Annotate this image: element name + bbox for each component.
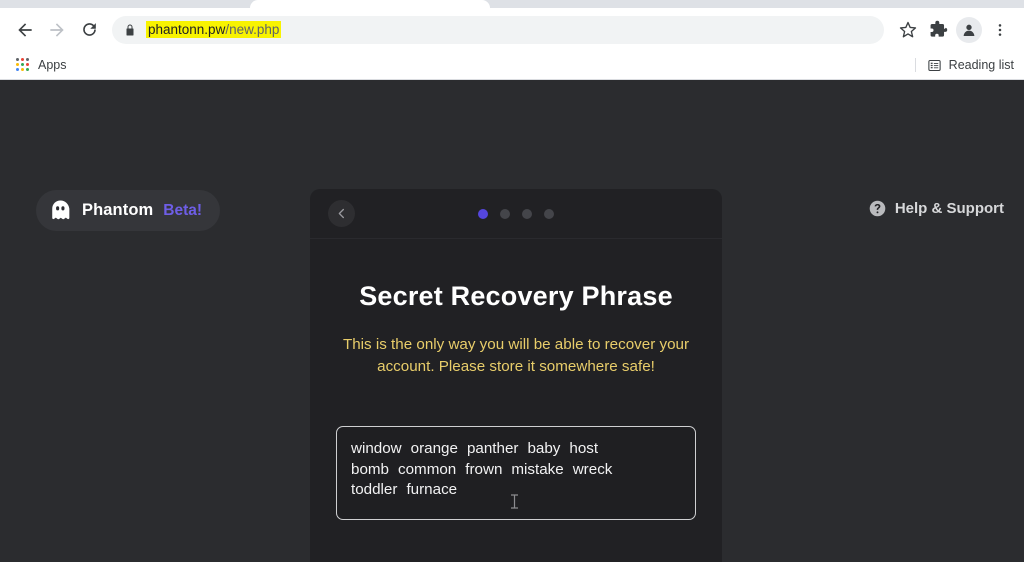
seed-word: furnace (406, 481, 458, 499)
chrome-menu-button[interactable] (986, 16, 1014, 44)
bookmark-star-button[interactable] (894, 16, 922, 44)
reload-icon (82, 23, 96, 36)
text-cursor-icon (511, 494, 518, 509)
forward-button[interactable] (42, 15, 72, 45)
url-highlighted: phantonn.pw/new.php (146, 21, 282, 38)
seed-word: frown (465, 460, 503, 478)
person-icon (963, 24, 975, 36)
reload-button[interactable] (74, 15, 104, 45)
reading-list-label: Reading list (948, 58, 1014, 72)
seed-word: bomb (351, 460, 389, 478)
seed-word: common (398, 460, 457, 478)
page-title: Secret Recovery Phrase (359, 281, 673, 311)
star-icon (899, 21, 917, 37)
seed-phrase-words: window orange panther baby host bomb common fr… (351, 439, 681, 501)
profile-button[interactable] (956, 16, 982, 43)
seed-phrase-box[interactable]: window orange panther baby host bomb common fr… (336, 426, 696, 521)
ghost-icon (52, 200, 70, 220)
step-indicator (478, 208, 554, 219)
seed-row: window orange panther baby host (351, 439, 681, 460)
modal-header (310, 189, 722, 239)
step-dot-4[interactable] (544, 208, 554, 219)
brand-beta-tag: Beta! (163, 201, 203, 219)
seed-word: host (569, 440, 599, 458)
apps-label: Apps (38, 58, 67, 72)
seed-word: toddler (351, 481, 398, 499)
reading-list-button[interactable]: Reading list (914, 51, 1014, 79)
three-dot-menu-icon (998, 23, 1002, 36)
back-button[interactable] (10, 15, 40, 45)
step-dot-3[interactable] (522, 208, 532, 219)
warning-text: This is the only way you will be able to… (342, 336, 690, 376)
seed-word: baby (527, 440, 561, 458)
seed-word: orange (410, 440, 458, 458)
seed-word: panther (466, 440, 519, 458)
apps-shortcut[interactable]: Apps (10, 55, 73, 75)
recovery-phrase-modal: Secret Recovery Phrase This is the only … (310, 189, 722, 562)
seed-word: window (351, 440, 402, 458)
extensions-button[interactable] (924, 16, 952, 44)
puzzle-piece-icon (930, 20, 947, 37)
seed-word: mistake (511, 460, 564, 478)
tab-strip[interactable] (0, 0, 1024, 8)
url-path: /new.php (225, 22, 280, 37)
step-dot-1[interactable] (478, 208, 488, 219)
modal-back-button[interactable] (328, 200, 355, 227)
back-arrow-icon (18, 22, 32, 37)
modal-body: Secret Recovery Phrase This is the only … (310, 281, 722, 562)
bookmarks-bar: Apps Reading list (0, 51, 1024, 80)
seed-word: wreck (572, 460, 613, 478)
step-dot-2[interactable] (500, 208, 510, 219)
help-label: Help & Support (894, 200, 1004, 217)
browser-toolbar: phantonn.pw/new.php (0, 8, 1024, 51)
phantom-brand-badge[interactable]: Phantom Beta! (36, 190, 221, 231)
lock-icon (124, 23, 136, 37)
question-mark-circle-icon (869, 200, 886, 217)
apps-grid-icon (16, 58, 30, 72)
active-tab[interactable] (250, 0, 490, 8)
forward-arrow-icon (50, 22, 64, 37)
seed-row: bomb common frown mistake wreck (351, 460, 681, 481)
url-host: phantonn.pw (148, 22, 226, 37)
url-text[interactable]: phantonn.pw/new.php (146, 21, 282, 38)
reading-list-icon (928, 59, 941, 71)
chevron-left-icon (338, 208, 344, 219)
phantom-page: Phantom Beta! Help & Support Secret Reco… (0, 80, 1024, 562)
help-and-support-link[interactable]: Help & Support (869, 200, 1004, 217)
address-bar[interactable]: phantonn.pw/new.php (112, 15, 884, 44)
brand-name: Phantom (82, 201, 154, 219)
